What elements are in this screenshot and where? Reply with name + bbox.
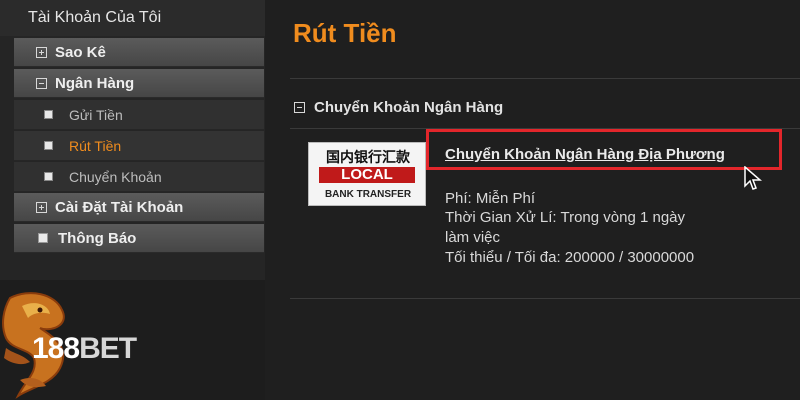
limits-text: Tối thiểu / Tối đa: 200000 / 30000000: [445, 249, 695, 266]
sidebar-item-label: Cài Đặt Tài Khoản: [55, 198, 184, 216]
sidebar-item-thong-bao[interactable]: Thông Báo: [14, 224, 264, 253]
sidebar-title: Tài Khoản Của Tôi: [0, 0, 265, 36]
sidebar-subitem-chuyen-khoan[interactable]: Chuyển Khoản: [14, 162, 264, 192]
divider: [290, 298, 800, 299]
sidebar-subitem-label: Chuyển Khoản: [69, 168, 162, 185]
sidebar-item-sao-ke[interactable]: Sao Kê: [14, 38, 264, 67]
sidebar-item-label: Sao Kê: [55, 43, 106, 61]
mouse-cursor-icon: [744, 166, 763, 190]
plus-box-icon: [36, 201, 47, 213]
section-title: Chuyển Khoản Ngân Hàng: [314, 98, 504, 116]
sidebar-subitem-rut-tien[interactable]: Rút Tiền: [14, 131, 264, 161]
brand-logo-number: 188: [32, 332, 80, 365]
brand-logo: 188BET: [32, 332, 137, 366]
bullet-icon: [44, 172, 53, 181]
sidebar-subitem-label: Gửi Tiền: [69, 106, 123, 123]
brand-logo-word: BET: [79, 332, 137, 365]
local-bank-transfer-link[interactable]: Chuyển Khoản Ngân Hàng Địa Phương: [445, 146, 725, 163]
bullet-icon: [44, 110, 53, 119]
sidebar-item-ngan-hang[interactable]: Ngân Hàng: [14, 69, 264, 98]
fee-text: Phí: Miễn Phí: [445, 190, 536, 207]
local-bank-transfer-logo[interactable]: 国内银行汇款 LOCAL BANK TRANSFER: [308, 142, 426, 206]
logo-bank-transfer-text: BANK TRANSFER: [324, 189, 412, 200]
sidebar-subitem-gui-tien[interactable]: Gửi Tiền: [14, 100, 264, 130]
bullet-icon: [38, 233, 48, 243]
divider: [290, 78, 800, 79]
processing-time-text-cont: làm việc: [445, 229, 501, 246]
minus-box-icon: [294, 101, 305, 113]
minus-box-icon: [36, 77, 47, 89]
page-title: Rút Tiền: [293, 18, 397, 48]
processing-time-text: Thời Gian Xử Lí: Trong vòng 1 ngày: [445, 209, 686, 226]
sidebar-item-cai-dat-tai-khoan[interactable]: Cài Đặt Tài Khoản: [14, 193, 264, 222]
sidebar-item-label: Ngân Hàng: [55, 74, 135, 92]
sidebar-subitem-label: Rút Tiền: [69, 137, 122, 154]
logo-local-text: LOCAL: [319, 167, 415, 183]
plus-box-icon: [36, 46, 47, 58]
bullet-icon: [44, 141, 53, 150]
sidebar-item-label: Thông Báo: [58, 229, 137, 247]
logo-chinese-text: 国内银行汇款: [326, 150, 410, 166]
section-header-bank-transfer[interactable]: Chuyển Khoản Ngân Hàng: [294, 96, 503, 118]
